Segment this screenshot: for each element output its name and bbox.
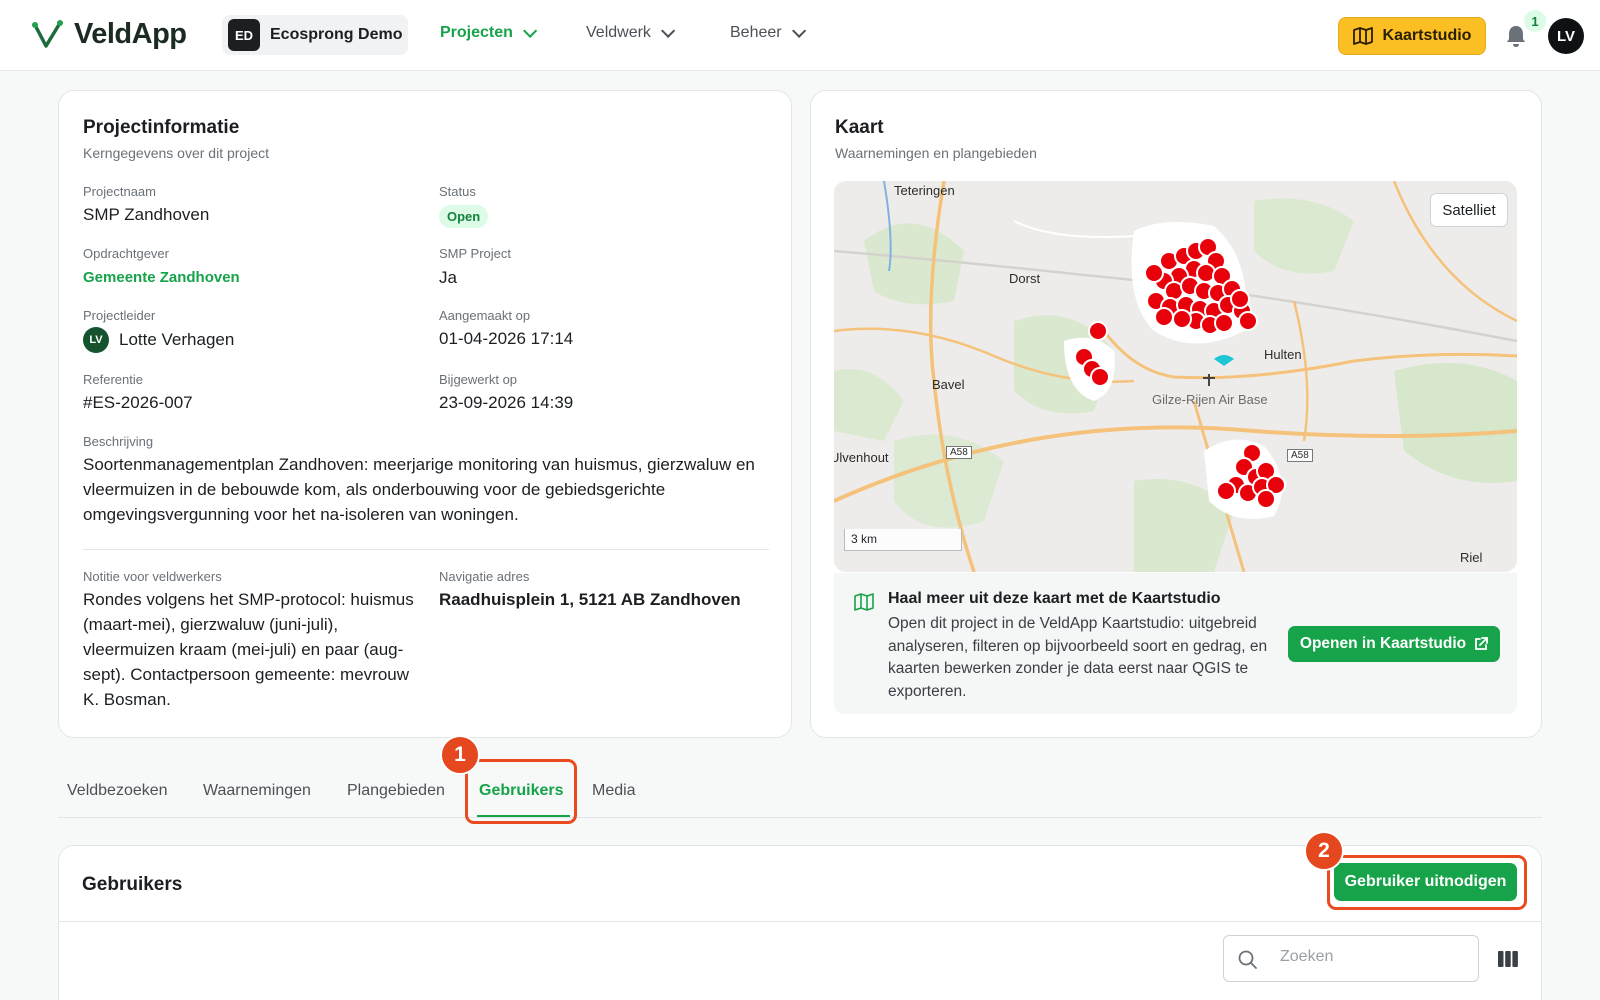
user-avatar[interactable]: LV bbox=[1548, 18, 1584, 54]
adres-label: Navigatie adres bbox=[439, 569, 530, 584]
nav-label: Projecten bbox=[440, 24, 513, 41]
promo-text: Open dit project in de VeldApp Kaartstud… bbox=[888, 615, 1268, 700]
tab-veldbezoeken[interactable]: Veldbezoeken bbox=[67, 782, 168, 800]
map-label: Dorst bbox=[1009, 271, 1041, 286]
nav-beheer[interactable]: Beheer bbox=[730, 23, 806, 42]
map-label: Hulten bbox=[1264, 347, 1302, 362]
open-in-kaartstudio-button[interactable]: Openen in Kaartstudio bbox=[1288, 626, 1500, 662]
bijgewerkt-value: 23-09-2026 14:39 bbox=[439, 393, 574, 412]
observation-marker[interactable] bbox=[1144, 263, 1164, 283]
map-label: Riel bbox=[1460, 550, 1483, 565]
button-label: Openen in Kaartstudio bbox=[1299, 635, 1467, 652]
project-info-card: Projectinformatie Kerngegevens over dit … bbox=[58, 90, 792, 738]
projectnaam-value: SMP Zandhoven bbox=[83, 205, 210, 224]
observation-marker[interactable] bbox=[1196, 263, 1216, 283]
beschrijving-text: Soortenmanagementplan Zandhoven: meerjar… bbox=[83, 455, 755, 524]
card-title: Projectinformatie bbox=[83, 117, 240, 138]
chevron-down-icon bbox=[522, 23, 538, 38]
org-badge: ED bbox=[228, 19, 260, 51]
columns-icon[interactable] bbox=[1497, 950, 1519, 968]
bijgewerkt-label: Bijgewerkt op bbox=[439, 372, 518, 387]
status-label: Status bbox=[439, 184, 476, 199]
users-title: Gebruikers bbox=[82, 874, 183, 895]
nav-label: Veldwerk bbox=[586, 24, 651, 41]
observation-marker[interactable] bbox=[1238, 311, 1258, 331]
map-scale: 3 km bbox=[844, 529, 962, 551]
adres-value: Raadhuisplein 1, 5121 AB Zandhoven bbox=[439, 590, 741, 609]
observation-marker[interactable] bbox=[1230, 289, 1250, 309]
users-search[interactable] bbox=[1223, 935, 1479, 982]
road-shield: A58 bbox=[1287, 449, 1313, 462]
road-shield: A58 bbox=[946, 446, 972, 459]
observation-marker[interactable] bbox=[1256, 489, 1276, 509]
search-icon bbox=[1238, 950, 1257, 969]
projectleider-value: Lotte Verhagen bbox=[119, 330, 235, 349]
satellite-toggle-button[interactable]: Satelliet bbox=[1430, 193, 1508, 227]
beschrijving-label: Beschrijving bbox=[83, 434, 154, 449]
map-label: Bavel bbox=[932, 377, 965, 392]
project-map[interactable]: Teteringen Dorst Bavel Hulten Gilze-Rije… bbox=[834, 181, 1517, 572]
app-name: VeldApp bbox=[74, 18, 187, 50]
card-subtitle: Kerngegevens over dit project bbox=[83, 145, 269, 161]
opdrachtgever-link[interactable]: Gemeente Zandhoven bbox=[83, 269, 240, 286]
kaartstudio-promo: Haal meer uit deze kaart met de Kaartstu… bbox=[834, 573, 1517, 714]
highlight-gebruikers-tab bbox=[465, 759, 577, 824]
projectleider-avatar: LV bbox=[83, 327, 109, 353]
project-tabs: Veldbezoeken Waarnemingen Plangebieden G… bbox=[58, 770, 1542, 818]
smp-value: Ja bbox=[439, 268, 457, 287]
nav-projecten[interactable]: Projecten bbox=[440, 23, 538, 42]
opdrachtgever-label: Opdrachtgever bbox=[83, 246, 169, 261]
search-input[interactable] bbox=[1280, 948, 1460, 966]
observation-marker[interactable] bbox=[1214, 313, 1234, 333]
tab-plangebieden[interactable]: Plangebieden bbox=[347, 782, 445, 800]
nav-label: Beheer bbox=[730, 24, 782, 41]
observation-marker[interactable] bbox=[1172, 309, 1192, 329]
status-badge: Open bbox=[439, 205, 489, 228]
observation-marker[interactable] bbox=[1154, 307, 1174, 327]
chevron-down-icon bbox=[660, 23, 676, 38]
highlight-invite-button bbox=[1327, 855, 1527, 910]
notification-count-badge: 1 bbox=[1524, 10, 1546, 32]
app-logo[interactable]: VeldApp bbox=[32, 18, 187, 51]
step-marker-1: 1 bbox=[440, 735, 480, 775]
external-link-icon bbox=[1475, 637, 1489, 650]
map-label: Gilze-Rijen Air Base bbox=[1152, 392, 1268, 407]
promo-title: Haal meer uit deze kaart met de Kaartstu… bbox=[888, 590, 1221, 607]
smp-label: SMP Project bbox=[439, 246, 512, 261]
map-label: Ulvenhout bbox=[834, 450, 889, 465]
observation-marker[interactable] bbox=[1090, 367, 1110, 387]
tab-media[interactable]: Media bbox=[592, 782, 636, 800]
aangemaakt-value: 01-04-2026 17:14 bbox=[439, 329, 574, 348]
notitie-label: Notitie voor veldwerkers bbox=[83, 569, 222, 584]
projectleider-label: Projectleider bbox=[83, 308, 156, 323]
kaartstudio-button[interactable]: Kaartstudio bbox=[1338, 17, 1486, 55]
organization-switcher[interactable]: ED Ecosprong Demo bbox=[222, 15, 408, 55]
kaartstudio-label: Kaartstudio bbox=[1382, 27, 1472, 44]
top-navigation: VeldApp ED Ecosprong Demo Projecten Veld… bbox=[0, 0, 1600, 71]
notifications-button[interactable] bbox=[1505, 24, 1527, 53]
observation-marker[interactable] bbox=[1216, 481, 1236, 501]
projectnaam-label: Projectnaam bbox=[83, 184, 156, 199]
aangemaakt-label: Aangemaakt op bbox=[439, 308, 531, 323]
divider bbox=[83, 549, 769, 550]
chevron-down-icon bbox=[791, 23, 806, 38]
notitie-text: Rondes volgens het SMP-protocol: huismus… bbox=[83, 590, 414, 709]
org-name: Ecosprong Demo bbox=[270, 26, 403, 43]
map-icon bbox=[1352, 27, 1373, 45]
map-icon bbox=[854, 593, 874, 611]
bell-icon bbox=[1507, 26, 1525, 47]
nav-veldwerk[interactable]: Veldwerk bbox=[586, 23, 676, 42]
card-subtitle: Waarnemingen en plangebieden bbox=[835, 145, 1037, 161]
divider bbox=[59, 921, 1541, 922]
referentie-label: Referentie bbox=[83, 372, 143, 387]
observation-marker[interactable] bbox=[1088, 321, 1108, 341]
step-marker-2: 2 bbox=[1304, 831, 1344, 871]
referentie-value: #ES-2026-007 bbox=[83, 393, 193, 412]
map-label: Teteringen bbox=[894, 183, 955, 198]
card-title: Kaart bbox=[835, 117, 884, 138]
veldapp-logo-icon bbox=[32, 19, 63, 48]
tab-waarnemingen[interactable]: Waarnemingen bbox=[203, 782, 311, 800]
